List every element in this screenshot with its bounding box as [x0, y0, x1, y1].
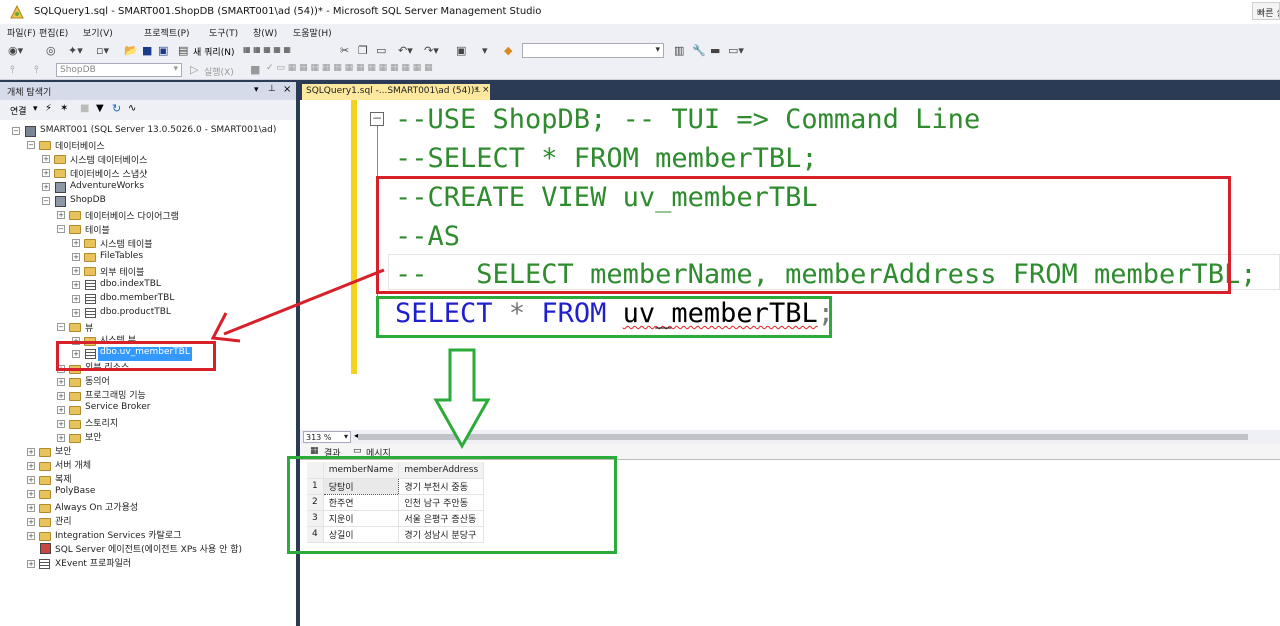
annotation-red-arrow [210, 268, 385, 343]
annotation-arrows [210, 268, 491, 450]
annotation-green-down-arrow [433, 348, 491, 450]
